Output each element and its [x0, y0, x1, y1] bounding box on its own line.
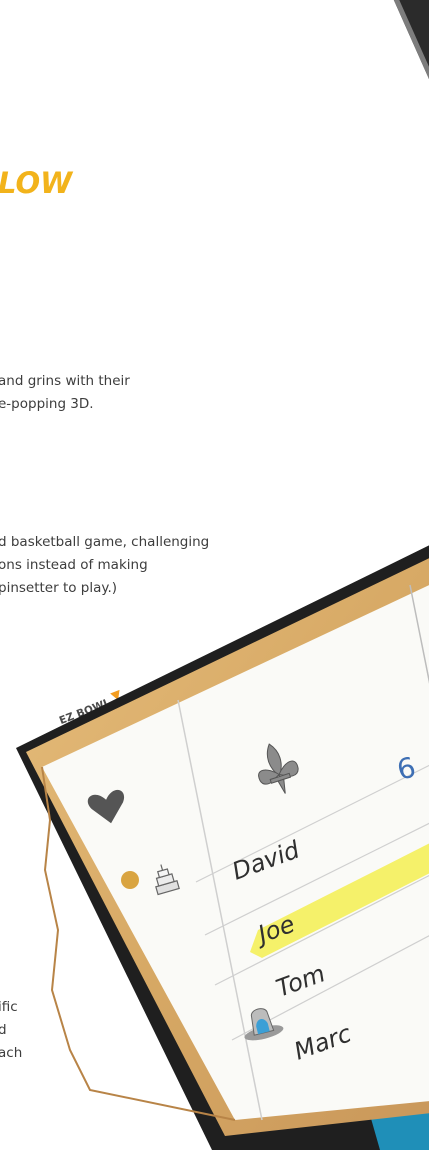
paragraph-line: pinsetter to play.): [0, 580, 118, 596]
column-rule: [177, 699, 263, 1121]
player-highlight: [250, 843, 429, 958]
headline: LOW: [0, 166, 73, 200]
paragraph-basketball: d basketball game, challenging ons inste…: [0, 531, 209, 600]
paragraph-3d: and grins with their e-popping 3D.: [0, 370, 130, 416]
score-digit: 6: [394, 750, 419, 786]
tablet-corner-image: [376, 0, 429, 143]
fleur-de-lis-icon: [258, 743, 299, 794]
row-rule: [214, 874, 429, 986]
device-bezel: [16, 545, 429, 1150]
player-name-david: David: [228, 835, 303, 885]
hat-icon: [244, 1008, 284, 1041]
paragraph-line: and grins with their: [0, 373, 130, 389]
marker-triangle-icon: [109, 690, 123, 703]
dot-icon: [121, 871, 139, 889]
player-name-joe: Joe: [251, 910, 299, 950]
paragraph-line: e-popping 3D.: [0, 396, 94, 412]
row-rule: [195, 764, 429, 883]
paragraph-line: ach: [0, 1045, 23, 1061]
paragraph-line: d: [0, 1022, 7, 1038]
cake-icon: [155, 864, 180, 896]
column-rule: [409, 584, 429, 684]
row-rule: [204, 822, 429, 936]
player-name-tom: Tom: [272, 959, 328, 1002]
torn-edge: [41, 766, 236, 1121]
row-rule: [231, 935, 429, 1041]
paper-board: [42, 585, 429, 1120]
paragraph-line: ific: [0, 999, 18, 1015]
player-name-marc: Marc: [290, 1019, 355, 1065]
paragraph-line: ons instead of making: [0, 557, 148, 573]
wood-frame: [26, 558, 429, 1136]
paragraph-line: d basketball game, challenging: [0, 534, 210, 550]
paragraph-specific: ific d ach: [0, 996, 22, 1065]
heart-icon: [87, 790, 125, 824]
device-base: [370, 1104, 429, 1150]
ez-bowl-label-text: EZ BOWL: [57, 696, 113, 727]
ez-bowl-label: EZ BOWL: [57, 690, 124, 727]
